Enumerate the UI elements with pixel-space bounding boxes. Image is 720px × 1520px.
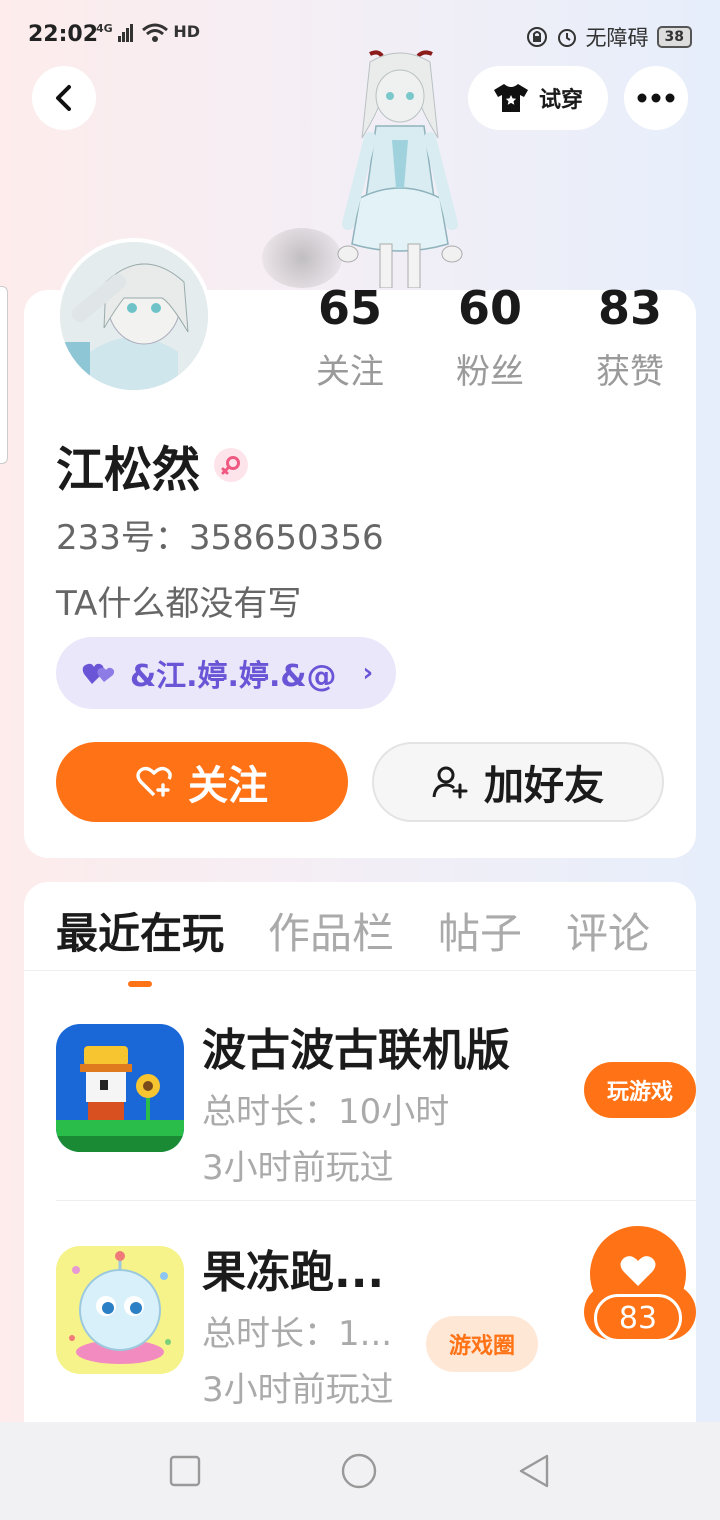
game-duration: 总时长：10小时 bbox=[202, 1092, 450, 1132]
battery-icon: 38 bbox=[656, 26, 692, 48]
add-friend-label: 加好友 bbox=[484, 763, 604, 809]
hd-label: HD bbox=[173, 22, 200, 41]
heart-plus-icon bbox=[136, 766, 172, 797]
more-options-button[interactable] bbox=[624, 66, 688, 130]
tab-bar: 最近在玩 作品栏 帖子 评论 bbox=[56, 900, 650, 987]
stat-value: 65 bbox=[317, 281, 382, 335]
stat-fans[interactable]: 60 粉丝 bbox=[440, 282, 540, 393]
add-friend-button[interactable]: 加好友 bbox=[372, 742, 664, 822]
double-heart-icon bbox=[82, 663, 115, 684]
user-name: 江松然 bbox=[56, 442, 201, 498]
lock-rotation-icon bbox=[526, 27, 547, 47]
signal-icon: 4G HD bbox=[96, 22, 200, 43]
try-on-label: 试穿 bbox=[538, 88, 583, 113]
game-icon bbox=[56, 1024, 184, 1152]
stat-likes[interactable]: 83 获赞 bbox=[580, 282, 680, 393]
recents-square-icon[interactable] bbox=[169, 1455, 201, 1487]
user-id: 233号：358650356 bbox=[56, 518, 384, 558]
content-panel: 最近在玩 作品栏 帖子 评论 波古波古联机版 总时长：10小时 3小时前玩过 玩… bbox=[24, 882, 696, 1442]
back-triangle-icon[interactable] bbox=[517, 1453, 551, 1489]
divider bbox=[56, 1200, 696, 1201]
more-dots-icon bbox=[637, 93, 675, 103]
game-duration: 总时长：1... bbox=[202, 1314, 393, 1354]
tab-posts[interactable]: 帖子 bbox=[438, 900, 522, 961]
relationship-name: &江.婷.婷.&@ bbox=[130, 659, 337, 694]
stat-label: 获赞 bbox=[596, 352, 664, 392]
character-figure bbox=[337, 50, 463, 288]
network-type: 4G bbox=[96, 22, 113, 35]
tab-recently-played[interactable]: 最近在玩 bbox=[56, 900, 224, 987]
like-count-badge: 83 bbox=[594, 1294, 682, 1342]
chevron-right-icon: › bbox=[362, 658, 374, 688]
tab-works[interactable]: 作品栏 bbox=[268, 900, 394, 961]
heart-icon bbox=[620, 1256, 656, 1286]
add-user-icon bbox=[432, 766, 468, 799]
back-button[interactable] bbox=[32, 66, 96, 130]
game-last-played: 3小时前玩过 bbox=[202, 1148, 394, 1188]
game-last-played: 3小时前玩过 bbox=[202, 1370, 394, 1410]
female-icon bbox=[214, 448, 249, 482]
try-on-button[interactable]: 试穿 bbox=[468, 66, 608, 130]
stat-value: 60 bbox=[457, 281, 522, 335]
home-circle-icon[interactable] bbox=[340, 1452, 378, 1490]
follow-label: 关注 bbox=[188, 763, 268, 809]
profile-stats: 65 关注 60 粉丝 83 获赞 bbox=[300, 282, 680, 393]
play-game-button[interactable]: 玩游戏 bbox=[584, 1062, 696, 1118]
follow-button[interactable]: 关注 bbox=[56, 742, 348, 822]
stat-following[interactable]: 65 关注 bbox=[300, 282, 400, 393]
tshirt-icon bbox=[493, 84, 528, 112]
wifi-icon bbox=[142, 23, 169, 42]
stat-label: 粉丝 bbox=[456, 352, 524, 392]
game-title: 波古波古联机版 bbox=[202, 1025, 510, 1076]
system-nav-bar bbox=[0, 1422, 720, 1520]
game-circle-button[interactable]: 游戏圈 bbox=[426, 1316, 538, 1372]
user-bio: TA什么都没有写 bbox=[56, 584, 302, 624]
status-time: 22:02 bbox=[28, 22, 99, 47]
stat-value: 83 bbox=[597, 281, 662, 335]
game-title: 果冻跑... bbox=[202, 1247, 385, 1298]
stat-label: 关注 bbox=[316, 352, 384, 392]
game-icon bbox=[56, 1246, 184, 1374]
divider bbox=[24, 970, 696, 971]
tab-comments[interactable]: 评论 bbox=[566, 900, 650, 961]
avatar-image bbox=[60, 242, 208, 390]
chevron-left-icon bbox=[56, 85, 71, 111]
name-row: 江松然 bbox=[56, 430, 249, 500]
list-item-game[interactable]: 波古波古联机版 总时长：10小时 3小时前玩过 玩游戏 bbox=[56, 992, 696, 1192]
alarm-icon bbox=[557, 29, 576, 47]
relationship-badge[interactable]: &江.婷.婷.&@ › bbox=[56, 637, 396, 709]
avatar[interactable] bbox=[56, 238, 212, 394]
accessibility-label: 无障碍 bbox=[585, 26, 649, 50]
side-drawer-handle[interactable] bbox=[0, 286, 8, 464]
